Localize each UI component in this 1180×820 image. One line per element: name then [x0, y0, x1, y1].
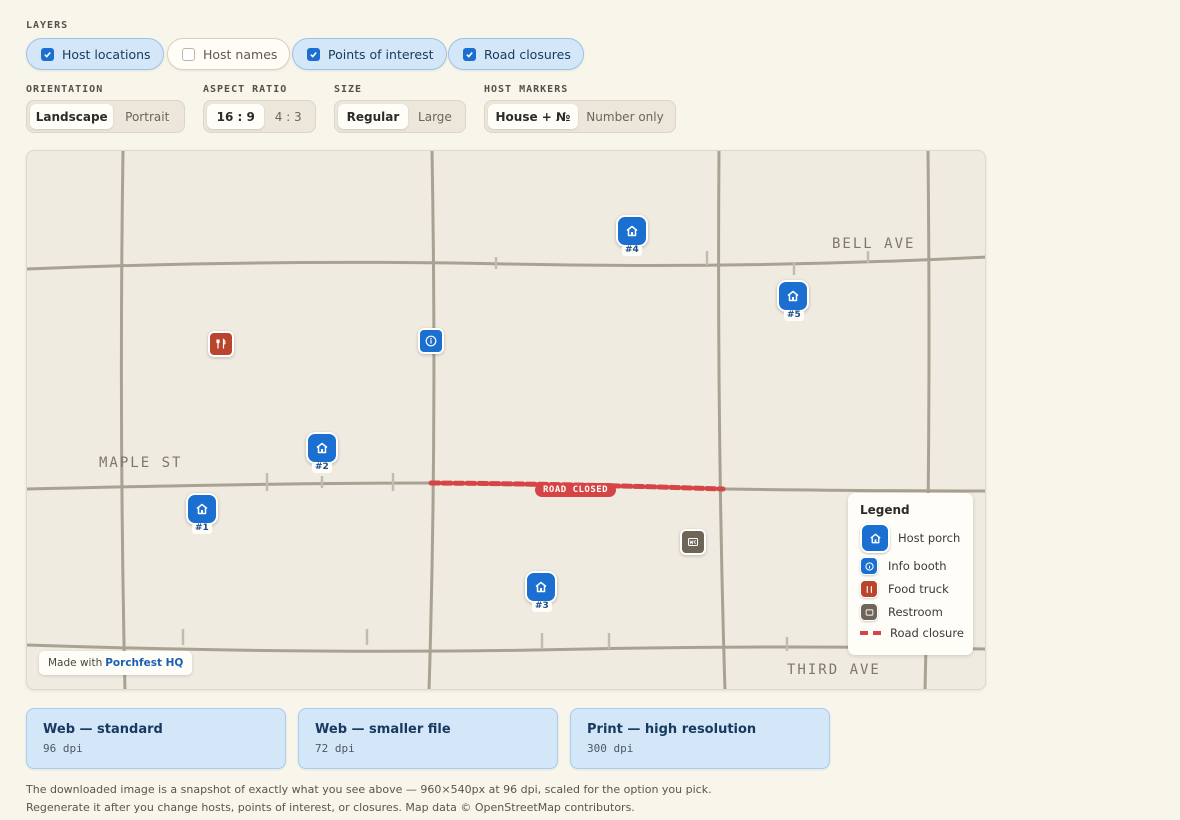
- download-title: Web — standard: [43, 722, 163, 737]
- legend-row-restroom: Restroom: [860, 603, 943, 621]
- credit-prefix: Made with: [48, 657, 103, 669]
- aspect-ratio-toggle: 16 : 9 4 : 3: [203, 100, 316, 133]
- aspect-16-9-option[interactable]: 16 : 9: [207, 104, 265, 129]
- aspect-ratio-label: ASPECT RATIO: [203, 84, 288, 95]
- download-dpi: 72 dpi: [315, 742, 355, 755]
- host-markers-number-only-option[interactable]: Number only: [578, 104, 672, 129]
- checkbox-checked-icon[interactable]: [307, 47, 320, 61]
- host-number-label: #4: [622, 245, 642, 256]
- info-booth-marker[interactable]: [418, 328, 444, 354]
- road-closed-label: ROAD CLOSED: [535, 483, 617, 497]
- host-pin-2[interactable]: [306, 432, 338, 464]
- map-credit: Made with Porchfest HQ: [39, 651, 193, 675]
- legend-row-info-booth: Info booth: [860, 557, 947, 575]
- host-number-label: #3: [532, 601, 552, 612]
- download-dpi: 300 dpi: [587, 742, 634, 755]
- checkbox-checked-icon[interactable]: [41, 47, 54, 61]
- legend-label: Info booth: [888, 559, 947, 573]
- host-number-label: #2: [312, 462, 332, 473]
- layer-label: Host locations: [62, 46, 151, 62]
- orientation-label: ORIENTATION: [26, 84, 104, 95]
- map-legend: Legend Host porch Info booth Food truck …: [848, 493, 973, 655]
- checkbox-checked-icon[interactable]: [463, 47, 476, 61]
- host-number-label: #5: [784, 310, 804, 321]
- host-pin-4[interactable]: [616, 215, 648, 247]
- orientation-landscape-option[interactable]: Landscape: [30, 104, 114, 129]
- aspect-4-3-option[interactable]: 4 : 3: [264, 104, 312, 129]
- legend-label: Food truck: [888, 582, 949, 596]
- snapshot-note: The downloaded image is a snapshot of ex…: [26, 783, 712, 814]
- host-markers-house-number-option[interactable]: House + №: [488, 104, 578, 129]
- layer-toggle-points-of-interest[interactable]: Points of interest: [292, 38, 447, 70]
- house-icon: [860, 523, 890, 553]
- street-b-road: [427, 151, 436, 689]
- restroom-marker[interactable]: [680, 529, 706, 555]
- restroom-icon: [688, 538, 698, 546]
- orientation-toggle: Landscape Portrait: [26, 100, 185, 133]
- download-print-button[interactable]: Print — high resolution 300 dpi: [570, 708, 830, 769]
- download-title: Web — smaller file: [315, 722, 451, 737]
- street-label-bell-ave: BELL AVE: [832, 236, 916, 252]
- host-pin-3[interactable]: [525, 571, 557, 603]
- street-label-third-ave: THIRD AVE: [787, 662, 881, 678]
- fork-knife-icon: [216, 338, 226, 349]
- layer-label: Host names: [203, 46, 278, 62]
- orientation-portrait-option[interactable]: Portrait: [113, 104, 181, 129]
- download-web-standard-button[interactable]: Web — standard 96 dpi: [26, 708, 286, 769]
- info-icon: [425, 335, 437, 347]
- host-pin-5[interactable]: [777, 280, 809, 312]
- host-markers-label: HOST MARKERS: [484, 84, 569, 95]
- house-icon: [535, 581, 547, 593]
- info-icon: [860, 557, 878, 575]
- legend-row-host-porch: Host porch: [860, 523, 960, 553]
- porchfest-hq-link[interactable]: Porchfest HQ: [105, 657, 183, 669]
- size-toggle: Regular Large: [334, 100, 466, 133]
- layers-label: LAYERS: [26, 20, 69, 31]
- food-truck-marker[interactable]: [208, 331, 234, 357]
- house-icon: [787, 290, 799, 302]
- house-icon: [316, 442, 328, 454]
- legend-label: Restroom: [888, 605, 943, 619]
- legend-title: Legend: [860, 503, 910, 517]
- layer-label: Points of interest: [328, 46, 434, 62]
- download-title: Print — high resolution: [587, 722, 757, 737]
- fork-knife-icon: [860, 580, 878, 598]
- legend-label: Road closure: [890, 626, 964, 640]
- bell-ave-road: [27, 255, 985, 271]
- road-closure-dash-icon: [860, 631, 882, 635]
- layer-toggle-host-locations[interactable]: Host locations: [26, 38, 164, 70]
- house-icon: [196, 503, 208, 515]
- host-pin-1[interactable]: [186, 493, 218, 525]
- road-network: [27, 151, 985, 689]
- size-label: SIZE: [334, 84, 363, 95]
- street-c-road: [717, 151, 727, 689]
- layer-toggle-host-names[interactable]: Host names: [167, 38, 291, 70]
- legend-label: Host porch: [898, 531, 961, 545]
- street-label-maple-st: MAPLE ST: [99, 455, 183, 471]
- legend-row-food-truck: Food truck: [860, 580, 949, 598]
- legend-row-road-closure: Road closure: [860, 626, 964, 640]
- host-markers-toggle: House + № Number only: [484, 100, 676, 133]
- download-web-smaller-button[interactable]: Web — smaller file 72 dpi: [298, 708, 558, 769]
- layer-toggle-road-closures[interactable]: Road closures: [448, 38, 584, 70]
- restroom-icon: [860, 603, 878, 621]
- size-regular-option[interactable]: Regular: [338, 104, 408, 129]
- checkbox-unchecked-icon[interactable]: [182, 47, 195, 61]
- layer-label: Road closures: [484, 46, 571, 62]
- house-icon: [626, 225, 638, 237]
- map-preview[interactable]: BELL AVE MAPLE ST THIRD AVE ROAD CLOSED …: [26, 150, 986, 690]
- street-a-road: [119, 151, 127, 689]
- host-number-label: #1: [192, 523, 212, 534]
- size-large-option[interactable]: Large: [408, 104, 462, 129]
- download-dpi: 96 dpi: [43, 742, 83, 755]
